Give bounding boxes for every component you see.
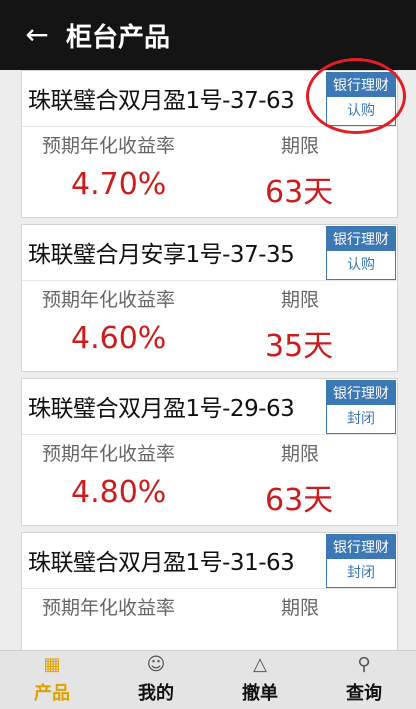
nav-label: 我的: [138, 683, 174, 704]
product-tag[interactable]: 银行理财 封闭: [326, 534, 396, 588]
product-card[interactable]: 珠联璧合双月盈1号-31-63 银行理财 封闭 预期年化收益率 期限: [21, 532, 398, 650]
product-card[interactable]: 珠联璧合月安享1号-37-35 银行理财 认购 预期年化收益率 期限 4.60%…: [21, 224, 398, 372]
term-label: 期限: [281, 289, 320, 311]
nav-item-products[interactable]: ▦ 产品: [0, 651, 104, 709]
rate-label: 预期年化收益率: [42, 289, 176, 311]
term-label: 期限: [281, 597, 320, 619]
product-name: 珠联璧合双月盈1号-31-63: [28, 550, 295, 576]
nav-item-withdraw[interactable]: △ 撤单: [208, 651, 312, 709]
nav-item-query[interactable]: ⚲ 查询: [312, 651, 416, 709]
product-name: 珠联璧合月安享1号-37-35: [28, 242, 295, 268]
highlight-annotation-circle: [306, 58, 406, 134]
page-title: 柜台产品: [66, 22, 171, 53]
rate-value: 4.60%: [71, 321, 167, 356]
grid-icon: ▦: [43, 654, 61, 675]
term-label: 期限: [281, 443, 320, 465]
bottom-nav: ▦ 产品 ☺ 我的 △ 撤单 ⚲ 查询: [0, 650, 416, 709]
nav-item-mine[interactable]: ☺ 我的: [104, 651, 208, 709]
product-list[interactable]: 珠联璧合双月盈1号-37-63 银行理财 认购 预期年化收益率 期限 4.70%…: [0, 70, 416, 650]
product-tag[interactable]: 银行理财 认购: [326, 226, 396, 280]
product-card[interactable]: 珠联璧合双月盈1号-29-63 银行理财 封闭 预期年化收益率 期限 4.80%…: [21, 378, 398, 526]
term-label: 期限: [281, 135, 320, 157]
tag-type: 银行理财: [327, 227, 395, 251]
term-value: 63天: [265, 175, 334, 210]
product-tag[interactable]: 银行理财 封闭: [326, 380, 396, 434]
nav-label: 查询: [346, 683, 382, 704]
back-arrow-icon[interactable]: ←: [20, 18, 54, 52]
rate-label: 预期年化收益率: [42, 443, 176, 465]
person-icon: ☺: [146, 654, 166, 675]
rate-label: 预期年化收益率: [42, 597, 176, 619]
withdraw-icon: △: [253, 654, 267, 675]
tag-type: 银行理财: [327, 535, 395, 559]
product-name: 珠联璧合双月盈1号-29-63: [28, 396, 295, 422]
rate-label: 预期年化收益率: [42, 135, 176, 157]
rate-value: 4.70%: [71, 167, 167, 202]
nav-label: 产品: [34, 683, 70, 704]
rate-value: 4.80%: [71, 475, 167, 510]
tag-status: 封闭: [347, 565, 375, 581]
product-name: 珠联璧合双月盈1号-37-63: [28, 88, 295, 114]
nav-label: 撤单: [242, 683, 278, 704]
term-value: 63天: [265, 483, 334, 518]
tag-status: 封闭: [347, 411, 375, 427]
search-icon: ⚲: [357, 654, 371, 675]
tag-status: 认购: [347, 257, 375, 273]
term-value: 35天: [265, 329, 334, 364]
tag-type: 银行理财: [327, 381, 395, 405]
